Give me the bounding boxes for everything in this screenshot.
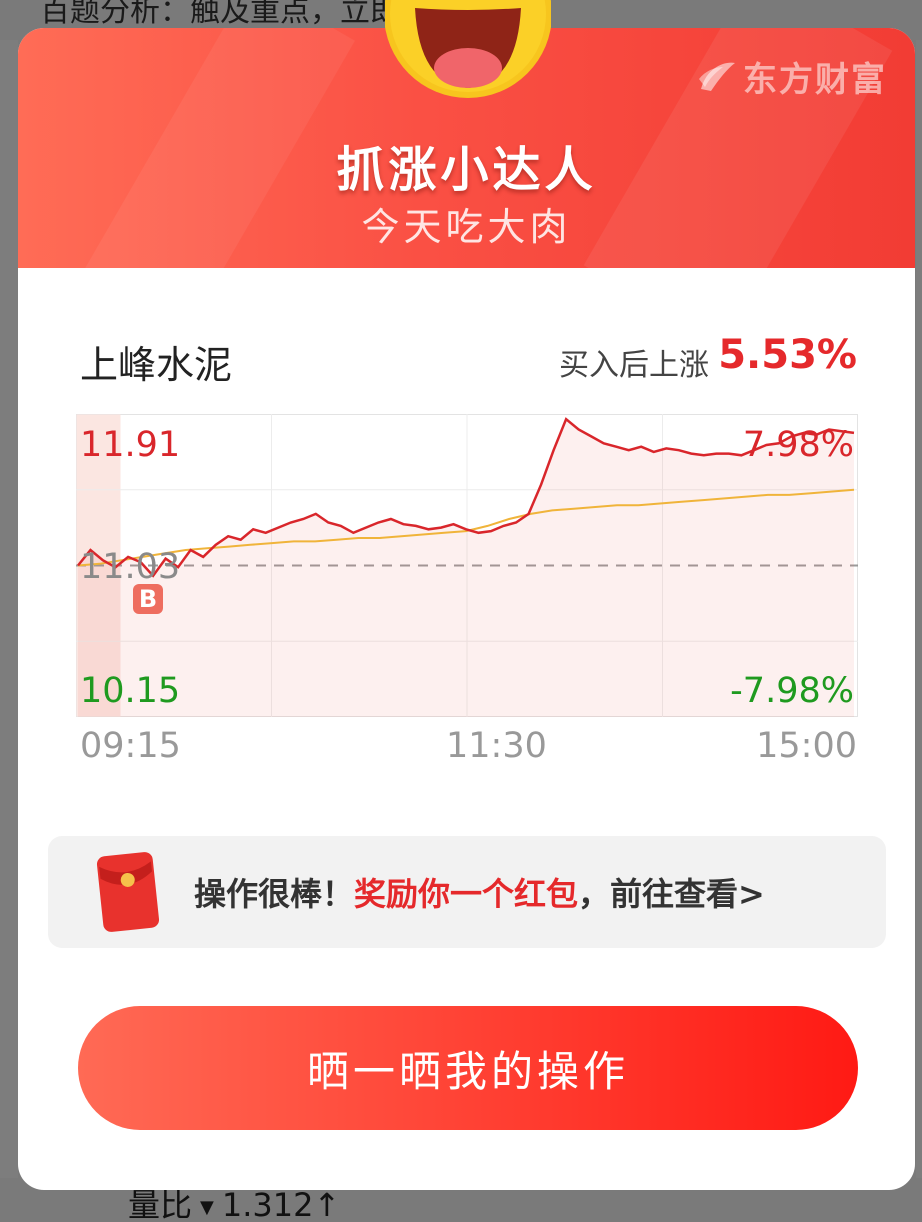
reward-banner[interactable]: 操作很棒！ 奖励你一个红包 ，前往查看> (48, 836, 886, 948)
modal-title: 抓涨小达人 (336, 142, 597, 198)
volume-ratio-value: 1.312↑ (221, 1186, 341, 1222)
laughing-face-icon (385, 0, 551, 98)
gain-label: 买入后上涨 (559, 348, 709, 383)
chart-time-mid: 11:30 (446, 726, 547, 766)
chart-low-pct-label: -7.98% (730, 671, 854, 711)
reward-highlight: 奖励你一个红包 (354, 875, 579, 913)
reward-suffix: ，前往查看> (578, 875, 765, 913)
background-right-edge (916, 40, 922, 1180)
intraday-chart: 11.91 7.98% 11.03 10.15 -7.98% B (76, 414, 858, 717)
brand-name: 东方财富 (743, 60, 887, 100)
reward-prefix: 操作很棒！ (194, 875, 355, 913)
reward-text[interactable]: 操作很棒！ 奖励你一个红包 ，前往查看> (194, 836, 765, 948)
modal-subtitle: 今天吃大肉 (361, 205, 572, 249)
gain-value: 5.53% (718, 332, 857, 378)
stock-name: 上峰水泥 (80, 343, 233, 387)
chart-base-label: 11.03 (80, 547, 181, 587)
share-button[interactable]: 晒一晒我的操作 (78, 1006, 858, 1130)
red-envelope-icon (96, 852, 160, 932)
chart-high-pct-label: 7.98% (742, 425, 854, 465)
volume-ratio-label: 量比 (128, 1186, 193, 1222)
brand-leaf-icon (699, 62, 735, 91)
achievement-modal: 东方财富 抓涨小达人 今天吃大肉 上峰水泥 买入后上涨 5.53% 11.91 … (18, 28, 915, 1190)
triangle-down-icon[interactable]: ▼ (200, 1197, 214, 1218)
background-left-edge (0, 40, 18, 1180)
chart-high-label: 11.91 (80, 425, 181, 465)
buy-marker: B (133, 584, 163, 614)
chart-time-end: 15:00 (756, 726, 857, 766)
chart-low-label: 10.15 (80, 671, 181, 711)
chart-time-start: 09:15 (80, 726, 181, 766)
brand-logo: 东方财富 (697, 52, 887, 101)
